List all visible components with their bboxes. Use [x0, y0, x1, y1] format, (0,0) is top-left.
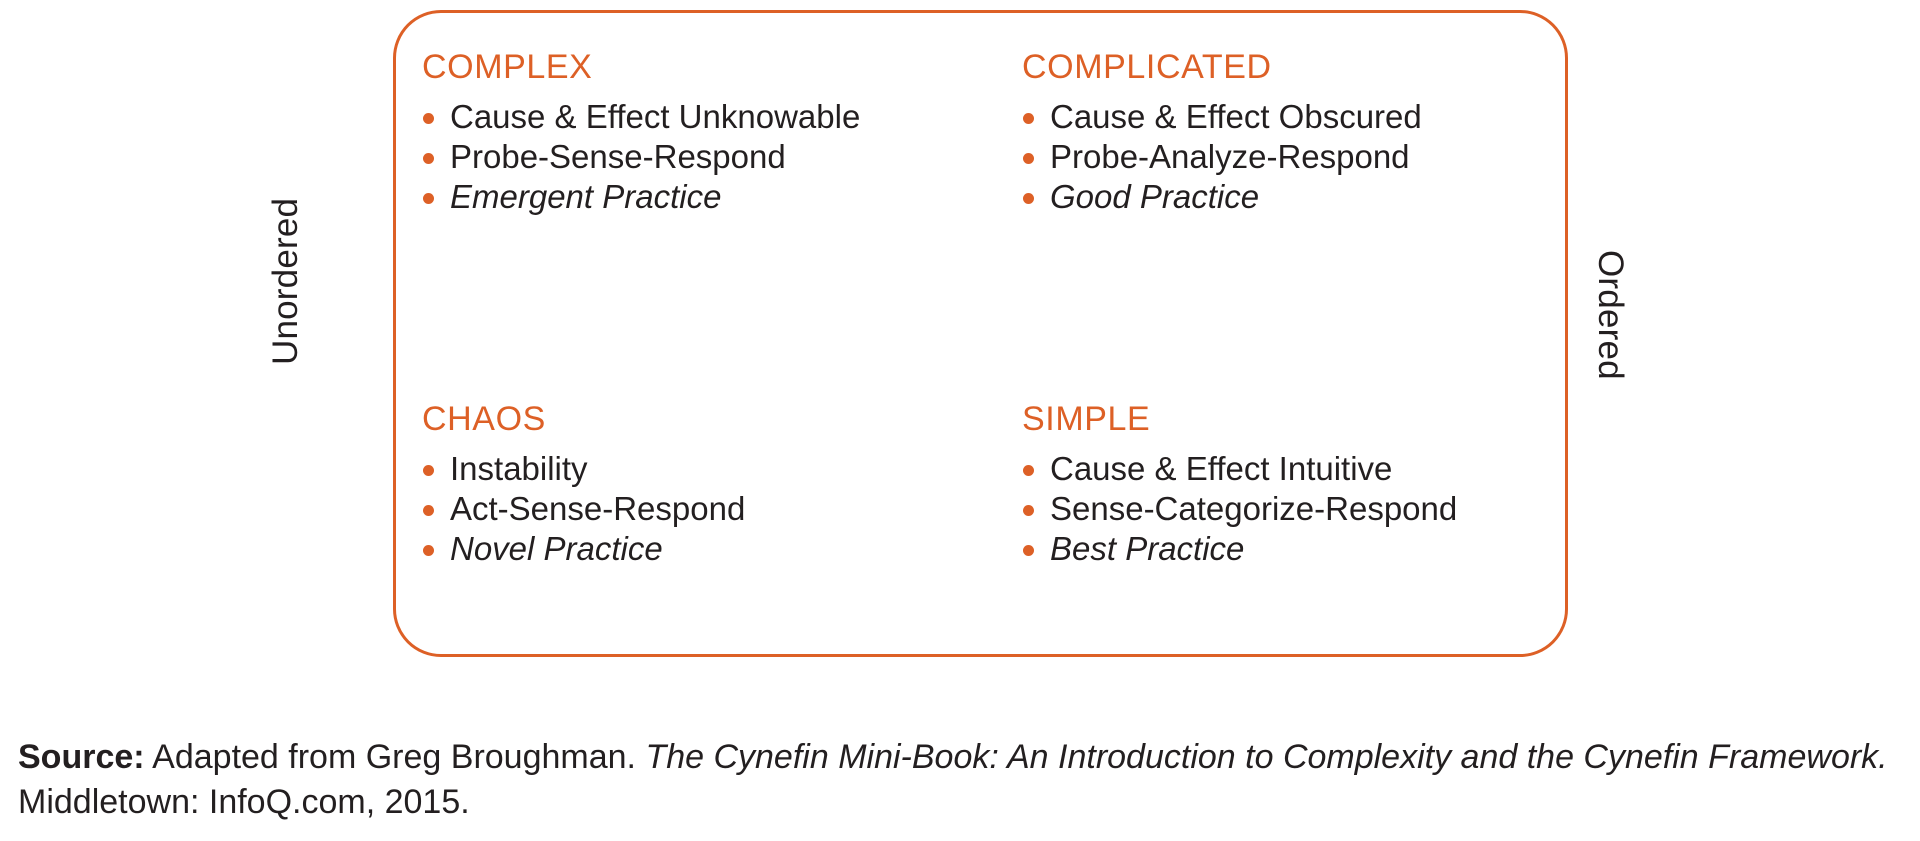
bullet-text: Emergent Practice — [450, 177, 722, 215]
bullet-dot-icon — [1023, 113, 1034, 124]
quadrant-grid: COMPLEX Cause & Effect Unknowable Probe-Se… — [393, 10, 1568, 657]
bullet-dot-icon — [423, 152, 434, 164]
bullet-item: Act-Sense-Respond — [420, 489, 993, 529]
bullet-item: Good Practice — [1020, 177, 1568, 217]
bullet-item: Sense-Categorize-Respond — [1020, 489, 1568, 529]
quadrant-title-complicated: COMPLICATED — [1022, 48, 1272, 86]
bullet-list-complicated: Cause & Effect Obscured Probe-Analyze-Res… — [1020, 97, 1568, 217]
source-label: Source: — [18, 738, 145, 776]
axis-label-ordered: Ordered — [1591, 250, 1630, 380]
bullet-text: Instability — [450, 450, 588, 487]
quadrant-chaos: CHAOS Instability Act-Sense-Respond Novel P… — [393, 380, 993, 657]
bullet-text: Novel Practice — [450, 529, 663, 567]
bullet-dot-icon — [1023, 504, 1034, 516]
bullet-dot-icon — [1023, 465, 1034, 476]
bullet-list-complex: Cause & Effect Unknowable Probe-Sense-Res… — [420, 97, 993, 217]
bullet-item: Instability — [420, 449, 993, 489]
source-citation: Source: Adapted from Greg Broughman. The… — [18, 735, 1898, 825]
bullet-item: Cause & Effect Unknowable — [420, 97, 993, 137]
source-publication: Middletown: InfoQ.com, 2015. — [18, 783, 470, 822]
bullet-dot-icon — [423, 465, 434, 476]
quadrant-title-simple: SIMPLE — [1022, 400, 1151, 438]
bullet-text: Cause & Effect Obscured — [1050, 98, 1422, 135]
source-attribution: Adapted from Greg Broughman. — [144, 738, 646, 776]
bullet-text: Best Practice — [1050, 529, 1245, 567]
quadrant-simple: SIMPLE Cause & Effect Intuitive Sense-Cate… — [993, 380, 1568, 657]
bullet-item: Probe-Analyze-Respond — [1020, 137, 1568, 177]
quadrant-complex: COMPLEX Cause & Effect Unknowable Probe-Se… — [393, 10, 993, 380]
bullet-dot-icon — [423, 192, 434, 204]
bullet-text: Good Practice — [1050, 177, 1260, 215]
bullet-item: Cause & Effect Intuitive — [1020, 449, 1568, 489]
diagram-canvas: Unordered Ordered COMPLEX Cause & Effect … — [0, 0, 1920, 841]
bullet-item: Cause & Effect Obscured — [1020, 97, 1568, 137]
bullet-text: Cause & Effect Intuitive — [1050, 450, 1393, 487]
bullet-item: Emergent Practice — [420, 177, 993, 217]
source-title: The Cynefin Mini-Book: An Introduction t… — [645, 738, 1888, 776]
bullet-text: Act-Sense-Respond — [450, 489, 746, 527]
quadrant-title-chaos: CHAOS — [422, 400, 546, 438]
bullet-list-simple: Cause & Effect Intuitive Sense-Categorize… — [1020, 449, 1568, 569]
bullet-text: Cause & Effect Unknowable — [450, 98, 861, 135]
bullet-item: Novel Practice — [420, 529, 993, 569]
bullet-text: Probe-Sense-Respond — [450, 137, 786, 175]
bullet-dot-icon — [423, 504, 434, 516]
bullet-list-chaos: Instability Act-Sense-Respond Novel Practi… — [420, 449, 993, 569]
bullet-dot-icon — [1023, 192, 1034, 204]
bullet-text: Probe-Analyze-Respond — [1050, 137, 1410, 175]
bullet-dot-icon — [1023, 152, 1034, 164]
bullet-dot-icon — [423, 113, 434, 124]
bullet-text: Sense-Categorize-Respond — [1050, 489, 1458, 527]
quadrant-title-complex: COMPLEX — [422, 48, 593, 86]
bullet-item: Best Practice — [1020, 529, 1568, 569]
axis-label-unordered: Unordered — [266, 197, 305, 365]
bullet-dot-icon — [423, 544, 434, 556]
bullet-item: Probe-Sense-Respond — [420, 137, 993, 177]
bullet-dot-icon — [1023, 544, 1034, 556]
quadrant-complicated: COMPLICATED Cause & Effect Obscured Probe-… — [993, 10, 1568, 380]
